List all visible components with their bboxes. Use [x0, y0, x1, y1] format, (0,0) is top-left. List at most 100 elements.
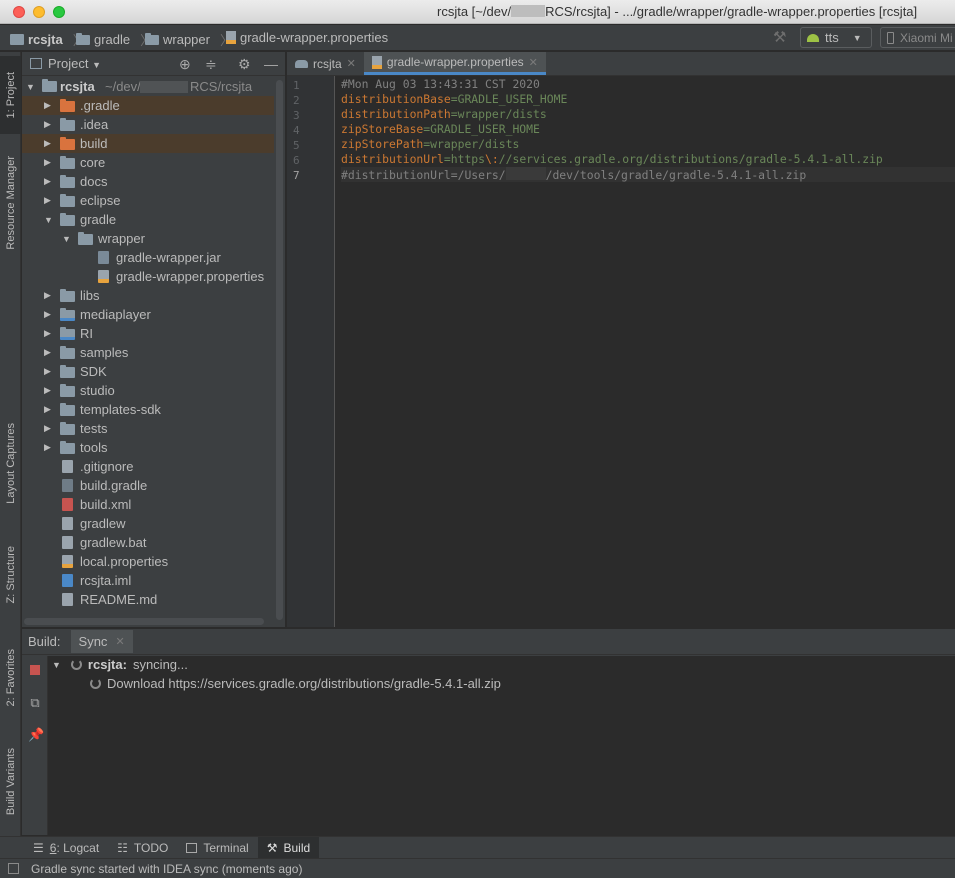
- tree-item[interactable]: ▶ tests: [22, 419, 274, 438]
- breadcrumb-item[interactable]: gradle〉: [76, 30, 153, 49]
- tree-item[interactable]: gradlew: [22, 514, 274, 533]
- tab-favorites[interactable]: 2: Favorites: [0, 632, 21, 724]
- tree-item[interactable]: ▶ core: [22, 153, 274, 172]
- navigation-bar: rcsjta〉 gradle〉 wrapper〉 gradle-wrapper.…: [0, 25, 955, 51]
- tree-item[interactable]: ▶ .gradle: [22, 96, 274, 115]
- expand-arrow-icon[interactable]: ▶: [44, 157, 54, 168]
- expand-arrow-icon[interactable]: ▼: [26, 82, 36, 92]
- tree-item[interactable]: ▼ gradle: [22, 210, 274, 229]
- breadcrumb-item[interactable]: rcsjta〉: [10, 30, 86, 49]
- folder-icon: [60, 289, 75, 302]
- code-line[interactable]: distributionPath=wrapper/dists: [341, 107, 955, 122]
- tab-build-variants[interactable]: Build Variants: [0, 732, 21, 832]
- collapse-arrow-icon[interactable]: ▼: [62, 234, 72, 244]
- tree-item[interactable]: rcsjta.iml: [22, 571, 274, 590]
- tree-item[interactable]: ▶ SDK: [22, 362, 274, 381]
- gear-icon[interactable]: ⚙: [238, 56, 251, 73]
- maximize-window-button[interactable]: [53, 6, 65, 18]
- locate-icon[interactable]: ⊕: [179, 56, 191, 73]
- tree-item[interactable]: ▶ templates-sdk: [22, 400, 274, 419]
- code-line[interactable]: zipStoreBase=GRADLE_USER_HOME: [341, 122, 955, 137]
- tree-item[interactable]: ▶ build: [22, 134, 274, 153]
- tab-sync[interactable]: Sync ✕: [70, 630, 133, 653]
- tab-logcat[interactable]: ☰ 6: Logcat: [24, 837, 108, 858]
- tab-terminal[interactable]: Terminal: [177, 837, 257, 858]
- tree-item[interactable]: ▶ studio: [22, 381, 274, 400]
- tab-todo[interactable]: ☷ TODO: [108, 837, 177, 858]
- tree-item[interactable]: ▶ libs: [22, 286, 274, 305]
- expand-arrow-icon[interactable]: ▶: [44, 138, 54, 149]
- expand-arrow-icon[interactable]: ▶: [44, 290, 54, 301]
- expand-arrow-icon[interactable]: ▶: [44, 119, 54, 130]
- close-tab-icon[interactable]: ✕: [529, 56, 538, 69]
- tree-item[interactable]: ▶ docs: [22, 172, 274, 191]
- expand-arrow-icon[interactable]: ▶: [44, 385, 54, 396]
- tree-item[interactable]: ▶ samples: [22, 343, 274, 362]
- tree-item[interactable]: gradle-wrapper.jar: [22, 248, 274, 267]
- tree-item[interactable]: .gitignore: [22, 457, 274, 476]
- tab-build[interactable]: ⚒ Build: [257, 837, 320, 858]
- tree-item[interactable]: ▶ RI: [22, 324, 274, 343]
- expand-arrow-icon[interactable]: ▶: [44, 195, 54, 206]
- expand-arrow-icon[interactable]: ▶: [44, 347, 54, 358]
- expand-arrow-icon[interactable]: ▼: [52, 660, 61, 670]
- code-line[interactable]: #Mon Aug 03 13:43:31 CST 2020: [341, 77, 955, 92]
- tree-item[interactable]: gradle-wrapper.properties: [22, 267, 274, 286]
- tree-item[interactable]: ▶ .idea: [22, 115, 274, 134]
- tab-rcsjta[interactable]: rcsjta ✕: [287, 52, 364, 75]
- expand-arrow-icon[interactable]: ▶: [44, 442, 54, 453]
- expand-arrow-icon[interactable]: ▶: [44, 366, 54, 377]
- toggle-view-icon[interactable]: ⧉: [28, 696, 42, 710]
- sync-tree-row[interactable]: ▼ rcsjta: syncing...: [52, 657, 188, 672]
- expand-arrow-icon[interactable]: ▶: [44, 100, 54, 111]
- pin-icon[interactable]: 📌: [28, 728, 44, 742]
- tab-gradle-wrapper-properties[interactable]: gradle-wrapper.properties ✕: [363, 52, 546, 75]
- project-view-selector[interactable]: Project ▼: [48, 56, 101, 71]
- collapse-arrow-icon[interactable]: ▼: [44, 215, 54, 225]
- tree-item-label: SDK: [80, 364, 107, 379]
- hide-icon[interactable]: —: [264, 56, 278, 72]
- tree-item[interactable]: README.md: [22, 590, 274, 609]
- line-number: 1: [293, 79, 300, 92]
- tree-item[interactable]: local.properties: [22, 552, 274, 571]
- make-project-hammer-icon[interactable]: ⚒: [773, 28, 786, 46]
- device-selector[interactable]: Xiaomi Mi: [880, 27, 955, 48]
- code-line[interactable]: zipStorePath=wrapper/dists: [341, 137, 955, 152]
- breadcrumb-item[interactable]: gradle-wrapper.properties: [226, 30, 388, 45]
- expand-arrow-icon[interactable]: ▶: [44, 176, 54, 187]
- tree-item[interactable]: build.xml: [22, 495, 274, 514]
- tree-item[interactable]: ▼ wrapper: [22, 229, 274, 248]
- expand-arrow-icon[interactable]: ▶: [44, 423, 54, 434]
- tree-item[interactable]: ▶ tools: [22, 438, 274, 457]
- close-window-button[interactable]: [13, 6, 25, 18]
- status-message[interactable]: Gradle sync started with IDEA sync (mome…: [31, 862, 302, 876]
- tab-layout-captures[interactable]: Layout Captures: [0, 410, 21, 516]
- expand-arrow-icon[interactable]: ▶: [44, 404, 54, 415]
- vertical-scrollbar[interactable]: [276, 80, 283, 620]
- tree-item[interactable]: build.gradle: [22, 476, 274, 495]
- close-tab-icon[interactable]: ✕: [347, 57, 356, 70]
- xml-file-icon: [62, 498, 73, 511]
- text-file-icon: [62, 460, 73, 473]
- tool-windows-toggle-icon[interactable]: [8, 863, 19, 874]
- tab-structure[interactable]: Z: Structure: [0, 534, 21, 616]
- stop-icon[interactable]: [30, 665, 40, 675]
- tree-item[interactable]: ▶ eclipse: [22, 191, 274, 210]
- code-line-current[interactable]: #distributionUrl=/Users//dev/tools/gradl…: [341, 167, 955, 182]
- tree-item[interactable]: ▶ mediaplayer: [22, 305, 274, 324]
- tab-resource-manager[interactable]: Resource Manager: [0, 144, 21, 262]
- code-line[interactable]: distributionBase=GRADLE_USER_HOME: [341, 92, 955, 107]
- run-configuration-dropdown[interactable]: tts ▼: [800, 27, 872, 48]
- tree-root[interactable]: ▼ rcsjta ~/dev/ RCS/rcsjta: [22, 77, 274, 96]
- tab-project[interactable]: 1: Project: [0, 56, 21, 134]
- code-line[interactable]: distributionUrl=https\://services.gradle…: [341, 152, 955, 167]
- horizontal-scrollbar[interactable]: [24, 618, 264, 625]
- download-tree-row[interactable]: Download https://services.gradle.org/dis…: [90, 676, 501, 691]
- breadcrumb-item[interactable]: wrapper〉: [145, 30, 233, 49]
- tree-item[interactable]: gradlew.bat: [22, 533, 274, 552]
- expand-arrow-icon[interactable]: ▶: [44, 328, 54, 339]
- minimize-window-button[interactable]: [33, 6, 45, 18]
- close-tab-icon[interactable]: ✕: [115, 635, 124, 648]
- collapse-all-icon[interactable]: ≑: [205, 56, 217, 73]
- expand-arrow-icon[interactable]: ▶: [44, 309, 54, 320]
